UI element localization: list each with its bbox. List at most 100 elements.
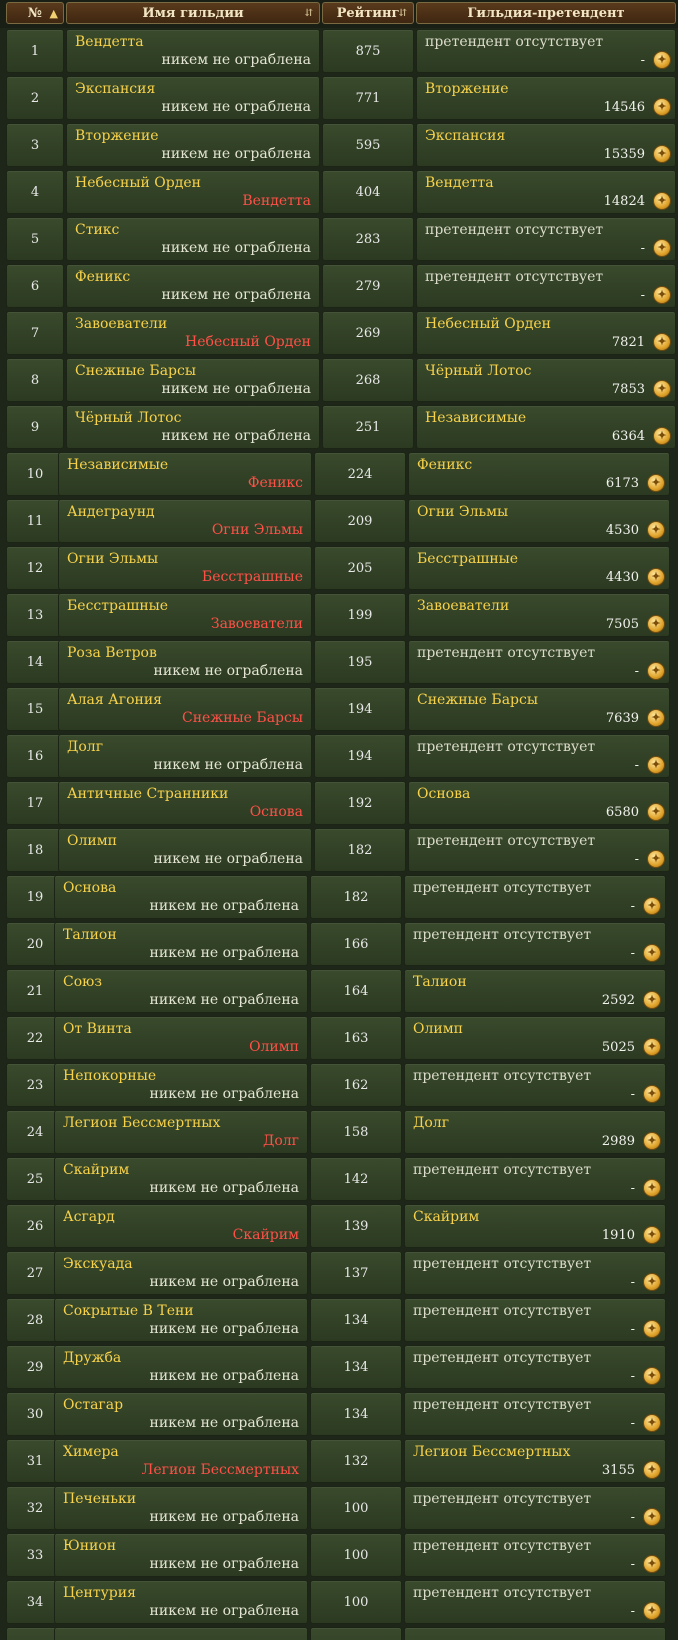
gold-coin-icon[interactable]: ✦ — [643, 1508, 661, 1526]
claimant-guild-link[interactable]: Снежные Барсы — [417, 692, 538, 708]
guild-name-link[interactable]: Экскуада — [63, 1256, 133, 1272]
guild-name-link[interactable]: Дружба — [63, 1350, 121, 1366]
gold-coin-icon[interactable]: ✦ — [647, 850, 665, 868]
guild-name-link[interactable]: Долг — [67, 739, 103, 755]
claimant-guild-link[interactable]: Огни Эльмы — [417, 504, 508, 520]
gold-coin-icon[interactable]: ✦ — [653, 239, 671, 257]
gold-coin-icon[interactable]: ✦ — [653, 98, 671, 116]
gold-coin-icon[interactable]: ✦ — [643, 1320, 661, 1338]
claimant-guild-link[interactable]: Чёрный Лотос — [425, 363, 531, 379]
guild-name-link[interactable]: Стикс — [75, 222, 119, 238]
guild-name-link[interactable]: Завоеватели — [75, 316, 167, 332]
gold-coin-icon[interactable]: ✦ — [643, 1367, 661, 1385]
guild-name-link[interactable]: Химера — [63, 1444, 119, 1460]
column-header-number[interactable]: № ▲ — [6, 2, 64, 24]
robbed-by-guild-link[interactable]: Долг — [263, 1133, 299, 1149]
gold-coin-icon[interactable]: ✦ — [643, 991, 661, 1009]
gold-coin-icon[interactable]: ✦ — [643, 1602, 661, 1620]
sort-toggle-icon[interactable]: ⇵ — [305, 3, 313, 25]
gold-coin-icon[interactable]: ✦ — [653, 192, 671, 210]
column-header-claimant[interactable]: Гильдия-претендент — [416, 2, 676, 24]
guild-name-link[interactable]: Асгард — [63, 1209, 115, 1225]
guild-name-link[interactable]: Феникс — [75, 269, 130, 285]
guild-name-link[interactable]: Легион Бессмертных — [63, 1115, 220, 1131]
gold-coin-icon[interactable]: ✦ — [643, 944, 661, 962]
gold-coin-icon[interactable]: ✦ — [647, 474, 665, 492]
robbed-by-guild-link[interactable]: Вендетта — [242, 193, 311, 209]
gold-coin-icon[interactable]: ✦ — [643, 1226, 661, 1244]
gold-coin-icon[interactable]: ✦ — [643, 1179, 661, 1197]
guild-name-link[interactable]: Чёрный Лотос — [75, 410, 181, 426]
guild-name-link[interactable]: Вендетта — [75, 34, 144, 50]
robbed-by-guild-link[interactable]: Завоеватели — [211, 616, 303, 632]
sort-toggle-icon[interactable]: ⇵ — [399, 3, 407, 25]
gold-coin-icon[interactable]: ✦ — [653, 51, 671, 69]
gold-coin-icon[interactable]: ✦ — [647, 756, 665, 774]
claimant-guild-link[interactable]: Вторжение — [425, 81, 509, 97]
gold-coin-icon[interactable]: ✦ — [647, 709, 665, 727]
column-header-rating[interactable]: Рейтинг ⇵ — [322, 2, 414, 24]
robbed-by-guild-link[interactable]: Основа — [250, 804, 303, 820]
gold-coin-icon[interactable]: ✦ — [643, 1461, 661, 1479]
claimant-guild-link[interactable]: Завоеватели — [417, 598, 509, 614]
claimant-guild-link[interactable]: Вендетта — [425, 175, 494, 191]
guild-name-link[interactable]: От Винта — [63, 1021, 132, 1037]
gold-coin-icon[interactable]: ✦ — [653, 286, 671, 304]
gold-coin-icon[interactable]: ✦ — [643, 1085, 661, 1103]
guild-name-link[interactable]: Центурия — [63, 1585, 136, 1601]
robbed-by-guild-link[interactable]: Небесный Орден — [185, 334, 311, 350]
gold-coin-icon[interactable]: ✦ — [647, 662, 665, 680]
robbed-by-guild-link[interactable]: Снежные Барсы — [182, 710, 303, 726]
guild-name-link[interactable]: Независимые — [67, 457, 168, 473]
gold-coin-icon[interactable]: ✦ — [653, 333, 671, 351]
guild-name-link[interactable]: Снежные Барсы — [75, 363, 196, 379]
robbed-by-guild-link[interactable]: Скайрим — [233, 1227, 299, 1243]
gold-coin-icon[interactable]: ✦ — [643, 1555, 661, 1573]
gold-coin-icon[interactable]: ✦ — [647, 615, 665, 633]
guild-name-link[interactable]: Экспансия — [75, 81, 155, 97]
gold-coin-icon[interactable]: ✦ — [653, 380, 671, 398]
claimant-guild-link[interactable]: Небесный Орден — [425, 316, 551, 332]
guild-name-link[interactable]: Талион — [63, 927, 117, 943]
claimant-guild-link[interactable]: Основа — [417, 786, 470, 802]
claimant-guild-link[interactable]: Долг — [413, 1115, 449, 1131]
claimant-guild-link[interactable]: Олимп — [413, 1021, 463, 1037]
claimant-guild-link[interactable]: Легион Бессмертных — [413, 1444, 570, 1460]
gold-coin-icon[interactable]: ✦ — [643, 1038, 661, 1056]
gold-coin-icon[interactable]: ✦ — [647, 803, 665, 821]
gold-coin-icon[interactable]: ✦ — [653, 427, 671, 445]
guild-name-link[interactable]: Олимп — [67, 833, 117, 849]
gold-coin-icon[interactable]: ✦ — [647, 568, 665, 586]
claimant-guild-link[interactable]: Скайрим — [413, 1209, 479, 1225]
gold-coin-icon[interactable]: ✦ — [643, 897, 661, 915]
guild-name-link[interactable]: Основа — [63, 880, 116, 896]
claimant-guild-link[interactable]: Бесстрашные — [417, 551, 518, 567]
guild-name-link[interactable]: Античные Странники — [67, 786, 228, 802]
robbed-by-guild-link[interactable]: Олимп — [249, 1039, 299, 1055]
gold-coin-icon[interactable]: ✦ — [643, 1273, 661, 1291]
claimant-guild-link[interactable]: Талион — [413, 974, 467, 990]
claimant-guild-link[interactable]: Независимые — [425, 410, 526, 426]
guild-name-link[interactable]: Юнион — [63, 1538, 116, 1554]
robbed-by-guild-link[interactable]: Феникс — [248, 475, 303, 491]
claimant-guild-link[interactable]: Экспансия — [425, 128, 505, 144]
guild-name-link[interactable]: Скайрим — [63, 1162, 129, 1178]
guild-name-link[interactable]: Сокрытые В Тени — [63, 1303, 194, 1319]
sort-ascending-icon[interactable]: ▲ — [50, 3, 58, 25]
gold-coin-icon[interactable]: ✦ — [643, 1414, 661, 1432]
guild-name-link[interactable]: Андеграунд — [67, 504, 155, 520]
guild-name-link[interactable]: Союз — [63, 974, 102, 990]
robbed-by-guild-link[interactable]: Огни Эльмы — [212, 522, 303, 538]
guild-name-link[interactable]: Бесстрашные — [67, 598, 168, 614]
gold-coin-icon[interactable]: ✦ — [653, 145, 671, 163]
gold-coin-icon[interactable]: ✦ — [647, 521, 665, 539]
guild-name-link[interactable]: Печеньки — [63, 1491, 136, 1507]
robbed-by-guild-link[interactable]: Бесстрашные — [202, 569, 303, 585]
column-header-guild-name[interactable]: Имя гильдии ⇵ — [66, 2, 320, 24]
guild-name-link[interactable]: Роза Ветров — [67, 645, 157, 661]
guild-name-link[interactable]: Вторжение — [75, 128, 159, 144]
robbed-by-guild-link[interactable]: Легион Бессмертных — [142, 1462, 299, 1478]
guild-name-link[interactable]: Огни Эльмы — [67, 551, 158, 567]
gold-coin-icon[interactable]: ✦ — [643, 1132, 661, 1150]
guild-name-link[interactable]: Непокорные — [63, 1068, 156, 1084]
